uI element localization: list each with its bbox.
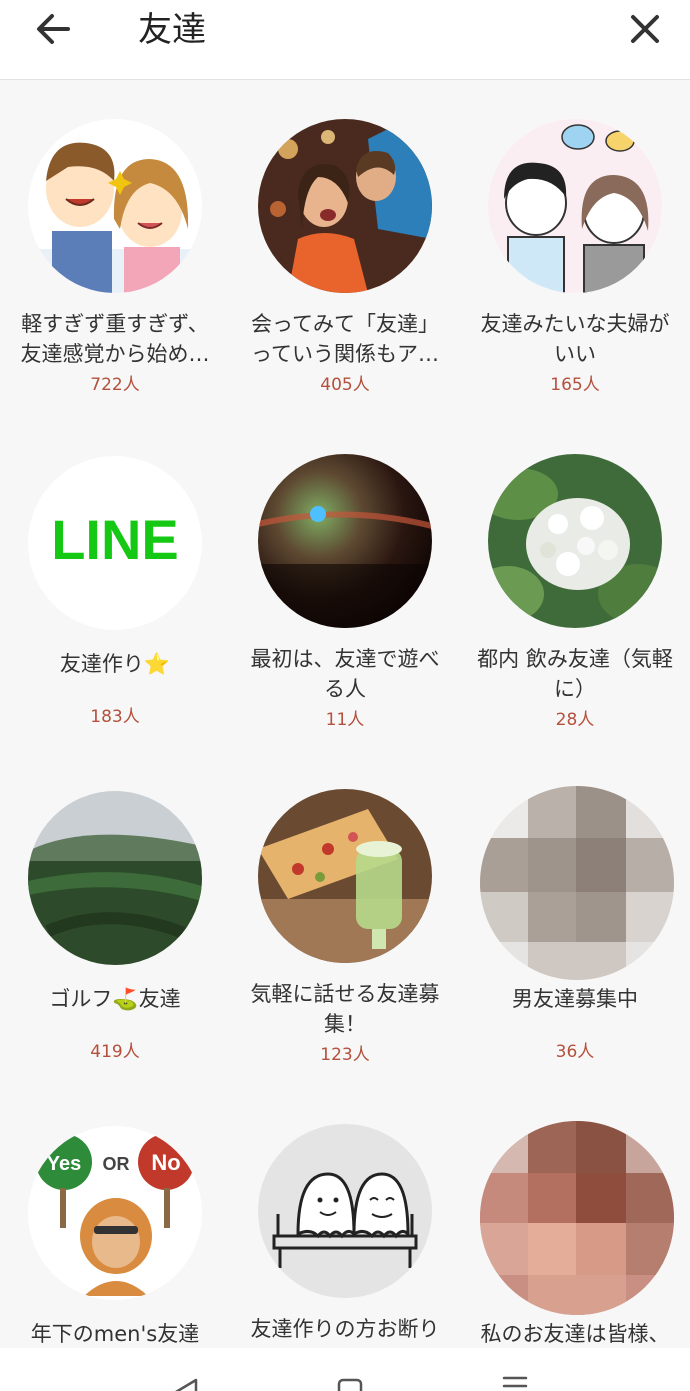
group-thumbnail [480, 1121, 674, 1315]
member-count: 405人 [320, 375, 370, 395]
svg-text:Yes: Yes [47, 1153, 81, 1175]
photo-pizza-drink-image [258, 789, 432, 963]
nav-back-icon [175, 1378, 198, 1391]
group-card[interactable]: ゴルフ⛳友達 419人 [0, 751, 230, 1081]
member-count: 123人 [320, 1045, 370, 1065]
group-card[interactable]: 男友達募集中 36人 [460, 751, 690, 1081]
photo-friends-concert-image [258, 119, 432, 293]
pixelated-face-image [480, 1121, 674, 1315]
group-name: 会ってみて「友達」っていう関係もア… [251, 312, 439, 366]
group-card[interactable]: 私のお友達は皆様、 [460, 1086, 690, 1348]
group-thumbnail [258, 454, 432, 628]
group-name: 最初は、友達で遊べる人 [250, 647, 440, 701]
group-name: 友達みたいな夫婦がいい [480, 312, 670, 366]
pixelated-photo-image [480, 786, 674, 980]
back-button[interactable] [30, 6, 80, 52]
member-count: 36人 [555, 1042, 595, 1062]
group-name: 軽すぎず重すぎず、友達感覚から始め… [20, 312, 210, 366]
arrow-left-icon [37, 14, 70, 44]
member-count: 165人 [550, 375, 600, 395]
group-name: 私のお友達は皆様、 [480, 1322, 670, 1346]
group-thumbnail [28, 119, 202, 293]
line-logo-image: LINE [28, 456, 202, 630]
photo-white-flowers-image [488, 454, 662, 628]
cartoon-couple-image [28, 119, 202, 293]
group-card[interactable]: Yes OR No 年下のmen's友達 [0, 1086, 230, 1348]
cartoon-two-ghosts-image [258, 1124, 432, 1298]
group-thumbnail [258, 1124, 432, 1298]
svg-text:No: No [151, 1150, 180, 1175]
close-button[interactable] [622, 6, 668, 52]
close-icon [631, 15, 659, 43]
svg-text:LINE: LINE [51, 508, 179, 571]
group-thumbnail [258, 119, 432, 293]
photo-golf-course-image [28, 791, 202, 965]
group-thumbnail: Yes OR No [28, 1126, 202, 1300]
group-thumbnail [258, 789, 432, 963]
member-count: 183人 [90, 707, 140, 727]
group-name: 友達作りの方お断り [250, 1317, 440, 1341]
group-name: 年下のmen's友達 [30, 1322, 200, 1346]
group-thumbnail [480, 786, 674, 980]
group-card[interactable]: 気軽に話せる友達募集！ 123人 [230, 751, 460, 1081]
group-name: 気軽に話せる友達募集！ [250, 982, 440, 1036]
member-count: 722人 [90, 375, 140, 395]
group-thumbnail [28, 791, 202, 965]
page-title: 友達 [138, 10, 206, 50]
group-card[interactable]: 最初は、友達で遊べる人 11人 [230, 416, 460, 746]
member-count: 28人 [555, 710, 595, 730]
group-grid: 軽すぎず重すぎず、友達感覚から始め… 722人 会ってみて「友達」っていう関係も… [0, 81, 690, 1348]
nav-menu-icon [502, 1376, 528, 1388]
group-name: 都内 飲み友達（気軽に） [477, 647, 673, 701]
group-name: 男友達募集中 [512, 987, 638, 1011]
photo-sunset-image [258, 454, 432, 628]
app-header: 友達 [0, 0, 690, 80]
system-nav-bar [0, 1348, 690, 1391]
group-card[interactable]: LINE 友達作り⭐ 183人 [0, 416, 230, 746]
nav-home-button[interactable] [325, 1374, 375, 1391]
group-card[interactable]: 軽すぎず重すぎず、友達感覚から始め… 722人 [0, 81, 230, 411]
cartoon-couple-chat-image [488, 119, 662, 293]
group-card[interactable]: 会ってみて「友達」っていう関係もア… 405人 [230, 81, 460, 411]
member-count: 11人 [325, 710, 365, 730]
group-card[interactable]: 友達みたいな夫婦がいい 165人 [460, 81, 690, 411]
group-thumbnail [488, 119, 662, 293]
nav-back-button[interactable] [160, 1374, 210, 1391]
group-name: ゴルフ⛳友達 [49, 987, 181, 1011]
group-card[interactable]: 友達作りの方お断り [230, 1086, 460, 1348]
group-thumbnail: LINE [28, 456, 202, 630]
member-count: 419人 [90, 1042, 140, 1062]
group-thumbnail [488, 454, 662, 628]
group-card[interactable]: 都内 飲み友達（気軽に） 28人 [460, 416, 690, 746]
svg-text:OR: OR [103, 1154, 130, 1174]
nav-home-icon [337, 1378, 363, 1391]
group-name: 友達作り⭐ [59, 652, 171, 676]
nav-menu-button[interactable] [490, 1374, 540, 1391]
cartoon-yes-or-no-image: Yes OR No [28, 1126, 202, 1300]
